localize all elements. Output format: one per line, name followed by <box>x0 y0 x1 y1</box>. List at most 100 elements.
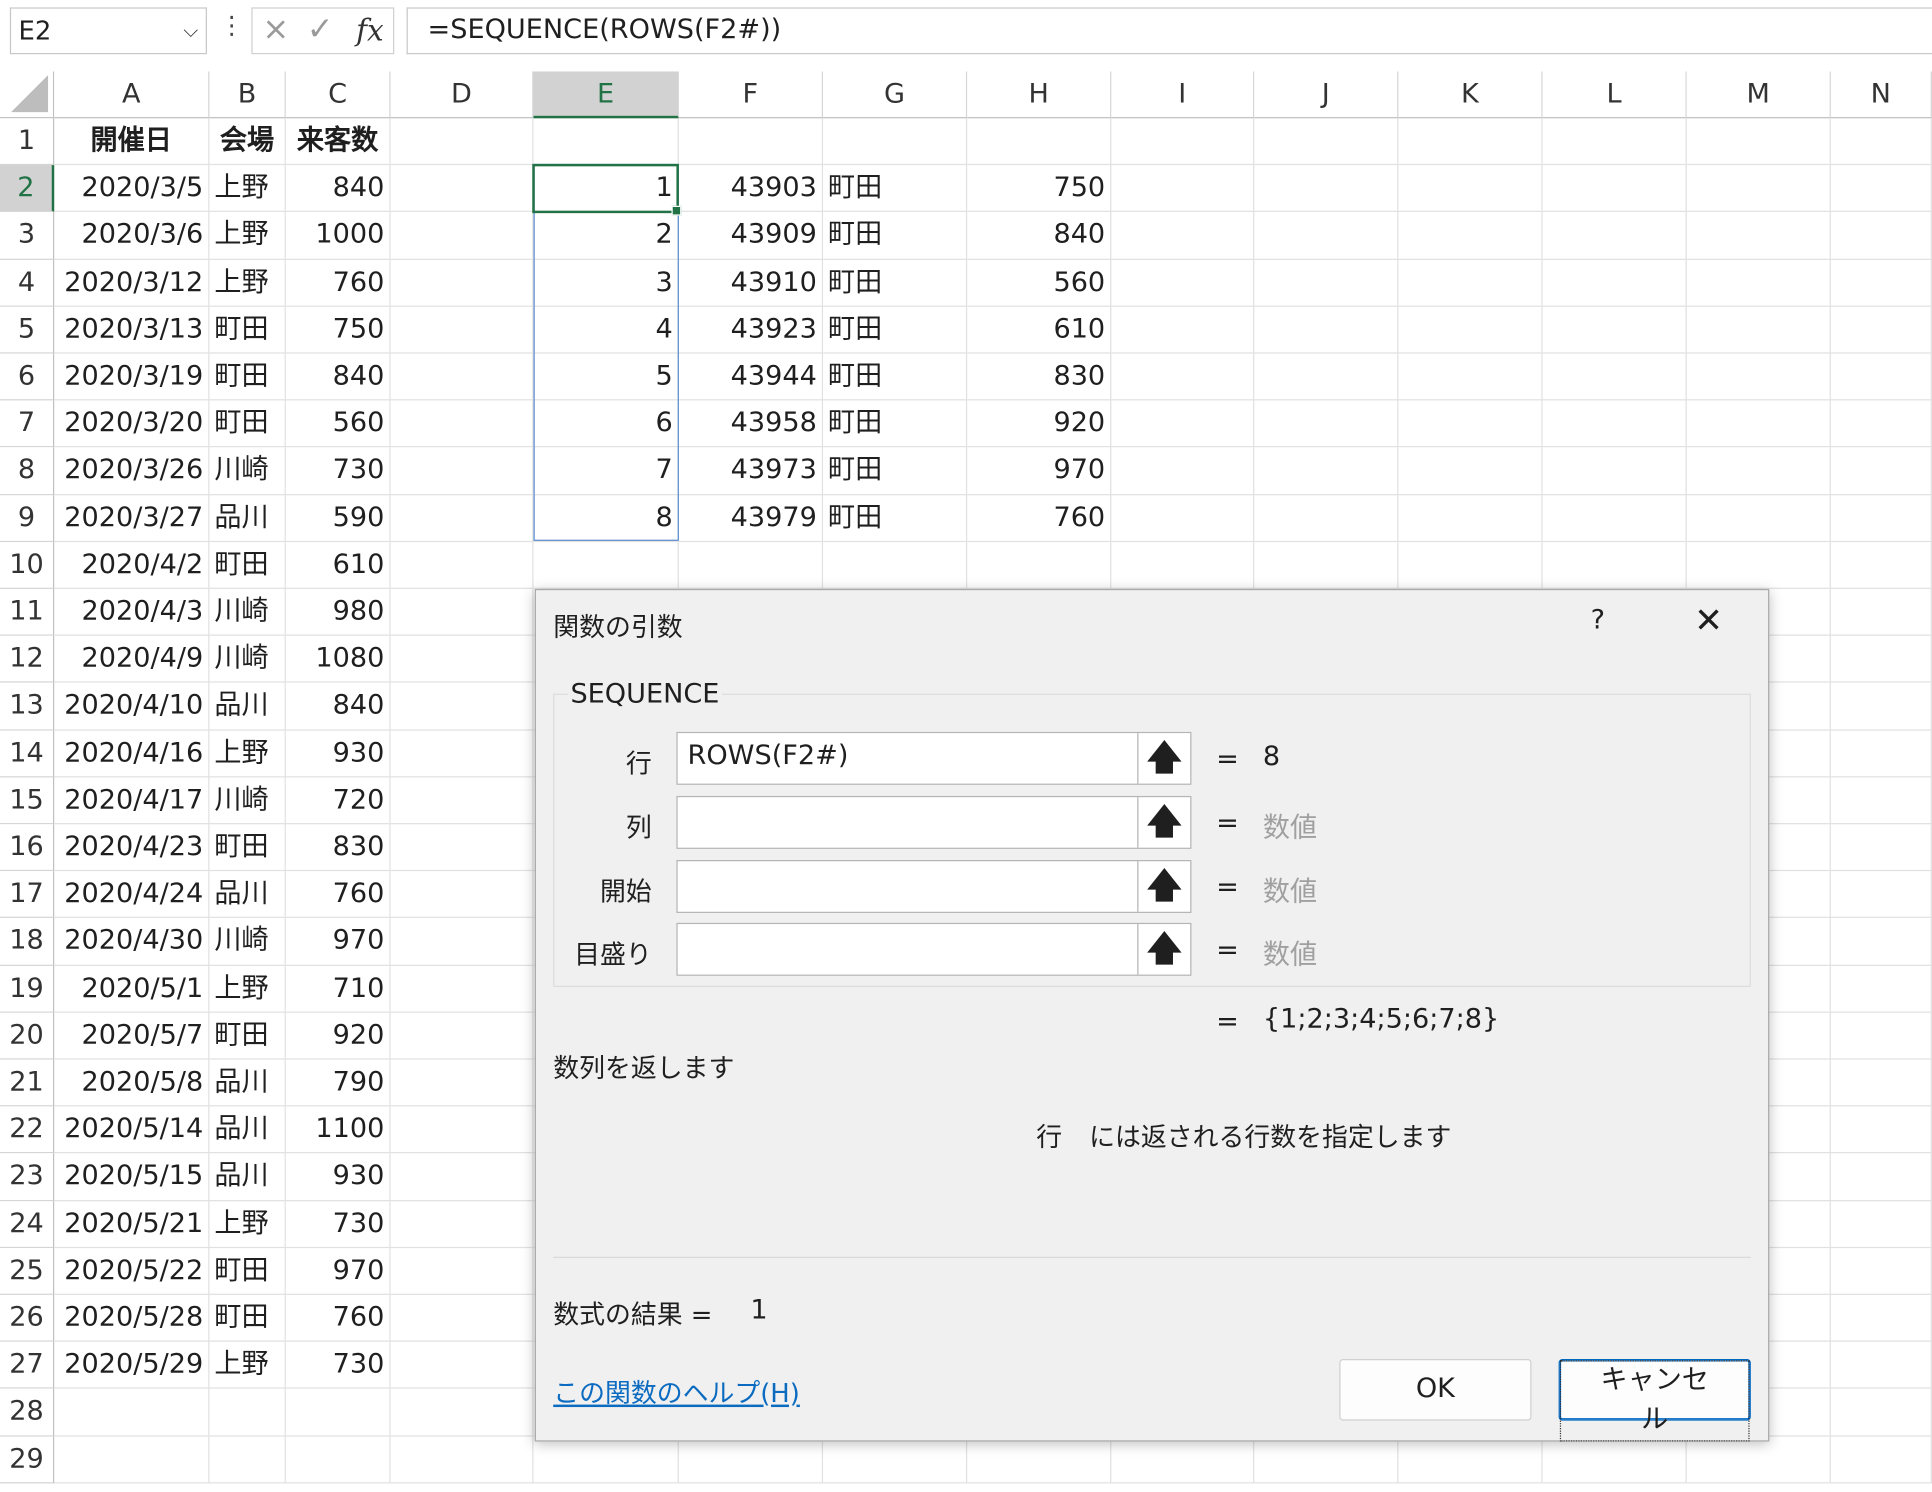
cell-d22[interactable] <box>390 1106 534 1154</box>
cell-n9[interactable] <box>1830 494 1932 542</box>
row-header-26[interactable]: 26 <box>0 1294 55 1342</box>
cell-m3[interactable] <box>1686 212 1831 260</box>
cell-l1[interactable] <box>1542 118 1687 166</box>
table-cell-date[interactable]: 2020/4/23 <box>54 824 210 872</box>
cell-m9[interactable] <box>1686 494 1831 542</box>
filter-cell-venue[interactable]: 町田 <box>823 400 968 448</box>
argument-input[interactable]: 🡅 <box>676 922 1192 976</box>
table-cell-venue[interactable]: 川崎 <box>209 777 286 825</box>
table-cell-venue[interactable]: 上野 <box>209 965 286 1013</box>
filter-cell-serial[interactable]: 43903 <box>678 165 824 213</box>
cell-n20[interactable] <box>1830 1012 1932 1060</box>
table-cell-venue[interactable]: 川崎 <box>209 918 286 966</box>
cell-l3[interactable] <box>1542 212 1687 260</box>
cell-n2[interactable] <box>1830 165 1932 213</box>
cell-m7[interactable] <box>1686 400 1831 448</box>
cell-i1[interactable] <box>1111 118 1255 166</box>
cell-k29[interactable] <box>1398 1436 1543 1484</box>
filter-cell-visitors[interactable]: 840 <box>967 212 1112 260</box>
cell-n11[interactable] <box>1830 588 1932 636</box>
table-cell-venue[interactable]: 上野 <box>209 1341 286 1390</box>
cell-d23[interactable] <box>390 1153 534 1201</box>
table-cell-visitors[interactable]: 720 <box>285 777 391 825</box>
cell-n25[interactable] <box>1830 1247 1932 1295</box>
cell-n17[interactable] <box>1830 871 1932 919</box>
row-header-12[interactable]: 12 <box>0 635 55 684</box>
filter-cell-serial[interactable]: 43958 <box>678 400 824 448</box>
cell-l6[interactable] <box>1542 353 1687 401</box>
table-cell-visitors[interactable]: 560 <box>285 400 391 448</box>
table-cell-date[interactable]: 2020/5/29 <box>54 1341 210 1390</box>
collapse-dialog-icon[interactable]: 🡅 <box>1137 733 1190 784</box>
cell-h1[interactable] <box>967 118 1112 166</box>
cell-d14[interactable] <box>390 730 534 778</box>
table-cell-date[interactable]: 2020/4/24 <box>54 871 210 919</box>
column-header-i[interactable]: I <box>1111 71 1255 119</box>
cell-i7[interactable] <box>1111 400 1255 448</box>
cell-k2[interactable] <box>1398 165 1543 213</box>
collapse-dialog-icon[interactable]: 🡅 <box>1137 797 1190 848</box>
cell-j6[interactable] <box>1254 353 1399 401</box>
cell-i29[interactable] <box>1111 1436 1255 1484</box>
cell-k6[interactable] <box>1398 353 1543 401</box>
cell-n24[interactable] <box>1830 1200 1932 1248</box>
table-cell-date[interactable]: 2020/4/2 <box>54 541 210 589</box>
cell-e29[interactable] <box>533 1436 679 1484</box>
row-header-14[interactable]: 14 <box>0 730 55 778</box>
cell-n29[interactable] <box>1830 1436 1932 1484</box>
table-cell-venue[interactable]: 上野 <box>209 1200 286 1248</box>
table-cell-date[interactable]: 2020/5/7 <box>54 1012 210 1060</box>
cell-i8[interactable] <box>1111 447 1255 495</box>
column-header-d[interactable]: D <box>390 71 534 119</box>
cell-d12[interactable] <box>390 635 534 684</box>
table-cell-date[interactable]: 2020/5/14 <box>54 1106 210 1154</box>
formula-input[interactable]: =SEQUENCE(ROWS(F2#)) <box>406 7 1932 55</box>
cell-a28[interactable] <box>54 1389 210 1437</box>
sequence-cell[interactable]: 2 <box>533 212 679 260</box>
row-header-13[interactable]: 13 <box>0 683 55 731</box>
sequence-cell[interactable]: 6 <box>533 400 679 448</box>
cell-d15[interactable] <box>390 777 534 825</box>
column-header-b[interactable]: B <box>209 71 286 119</box>
cell-e1[interactable] <box>533 118 679 166</box>
more-icon[interactable]: ⋮ <box>219 10 244 40</box>
table-cell-venue[interactable]: 町田 <box>209 1294 286 1342</box>
table-cell-visitors[interactable]: 1080 <box>285 635 391 684</box>
cell-j9[interactable] <box>1254 494 1399 542</box>
filter-cell-visitors[interactable]: 610 <box>967 306 1112 354</box>
row-header-29[interactable]: 29 <box>0 1436 55 1484</box>
table-cell-venue[interactable]: 品川 <box>209 1106 286 1154</box>
cell-i5[interactable] <box>1111 306 1255 354</box>
chevron-down-icon[interactable]: ⌵ <box>183 9 198 53</box>
cell-n28[interactable] <box>1830 1389 1932 1437</box>
cell-l10[interactable] <box>1542 541 1687 589</box>
cell-d9[interactable] <box>390 494 534 542</box>
cell-n5[interactable] <box>1830 306 1932 354</box>
enter-icon[interactable]: ✓ <box>307 11 334 48</box>
table-cell-visitors[interactable]: 730 <box>285 1341 391 1390</box>
filter-cell-serial[interactable]: 43973 <box>678 447 824 495</box>
table-cell-venue[interactable]: 上野 <box>209 212 286 260</box>
filter-cell-venue[interactable]: 町田 <box>823 494 968 542</box>
cell-b29[interactable] <box>209 1436 286 1484</box>
cell-j3[interactable] <box>1254 212 1399 260</box>
table-cell-venue[interactable]: 品川 <box>209 1153 286 1201</box>
row-header-10[interactable]: 10 <box>0 541 55 589</box>
cell-m10[interactable] <box>1686 541 1831 589</box>
table-cell-visitors[interactable]: 970 <box>285 1247 391 1295</box>
cell-n26[interactable] <box>1830 1294 1932 1342</box>
table-cell-venue[interactable]: 町田 <box>209 1012 286 1060</box>
column-header-e[interactable]: E <box>533 71 679 119</box>
table-cell-date[interactable]: 2020/5/8 <box>54 1059 210 1107</box>
table-cell-date[interactable]: 2020/3/6 <box>54 212 210 260</box>
table-cell-date[interactable]: 2020/4/9 <box>54 635 210 684</box>
cell-m5[interactable] <box>1686 306 1831 354</box>
sequence-cell[interactable]: 4 <box>533 306 679 354</box>
cell-d6[interactable] <box>390 353 534 401</box>
row-header-1[interactable]: 1 <box>0 118 55 166</box>
cell-d10[interactable] <box>390 541 534 589</box>
cell-d1[interactable] <box>390 118 534 166</box>
row-header-21[interactable]: 21 <box>0 1059 55 1107</box>
filter-cell-serial[interactable]: 43979 <box>678 494 824 542</box>
cell-m4[interactable] <box>1686 259 1831 307</box>
